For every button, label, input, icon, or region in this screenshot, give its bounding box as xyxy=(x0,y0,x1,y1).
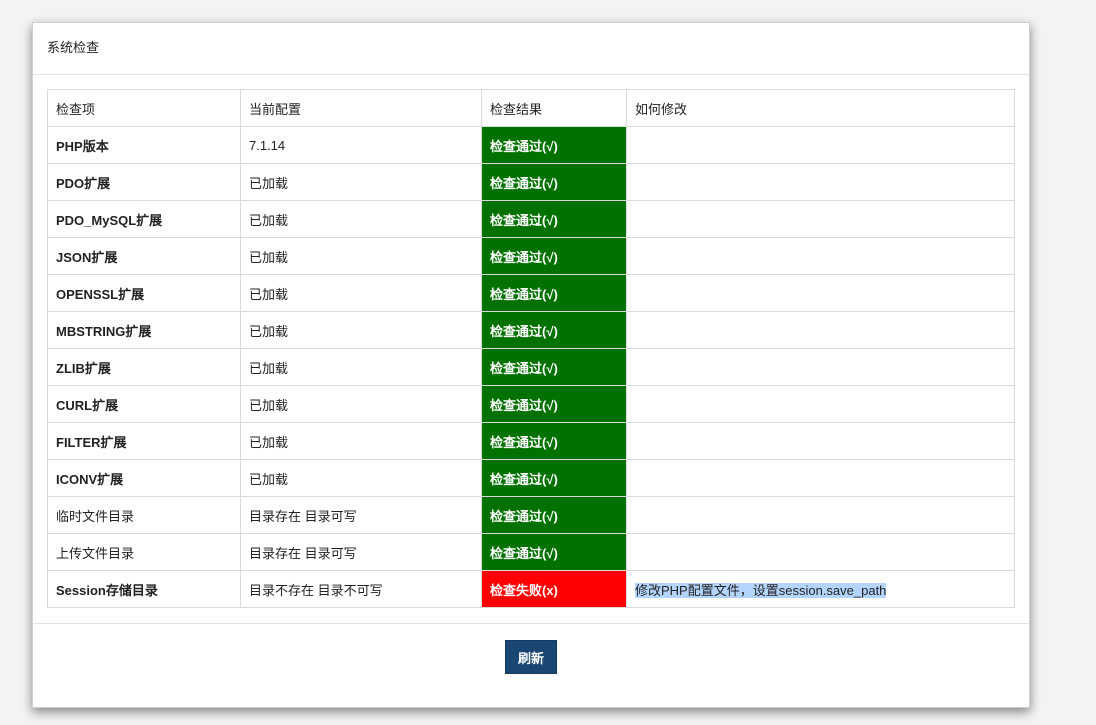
check-item: MBSTRING扩展 xyxy=(47,311,241,349)
table-row: ICONV扩展 已加载 检查通过(√) xyxy=(47,459,1015,497)
table-row: CURL扩展 已加载 检查通过(√) xyxy=(47,385,1015,423)
fix-instruction xyxy=(626,163,1015,201)
check-result-pass: 检查通过(√) xyxy=(481,237,627,275)
check-result-pass: 检查通过(√) xyxy=(481,274,627,312)
panel-title: 系统检查 xyxy=(33,23,1029,75)
current-config: 7.1.14 xyxy=(240,126,482,164)
header-item: 检查项 xyxy=(47,89,241,127)
check-item: 上传文件目录 xyxy=(47,533,241,571)
check-item: PDO_MySQL扩展 xyxy=(47,200,241,238)
fix-instruction xyxy=(626,126,1015,164)
table-row: 临时文件目录 目录存在 目录可写 检查通过(√) xyxy=(47,496,1015,534)
fix-instruction xyxy=(626,311,1015,349)
current-config: 目录存在 目录可写 xyxy=(240,533,482,571)
fix-instruction: 修改PHP配置文件，设置session.save_path xyxy=(626,570,1015,608)
current-config: 已加载 xyxy=(240,200,482,238)
system-check-panel: 系统检查 检查项 当前配置 检查结果 如何修改 PHP版本 7.1.14 检查通过(… xyxy=(32,22,1030,708)
table-row: JSON扩展 已加载 检查通过(√) xyxy=(47,237,1015,275)
current-config: 目录不存在 目录不可写 xyxy=(240,570,482,608)
check-item: 临时文件目录 xyxy=(47,496,241,534)
check-result-pass: 检查通过(√) xyxy=(481,533,627,571)
fix-instruction xyxy=(626,348,1015,386)
check-result-pass: 检查通过(√) xyxy=(481,200,627,238)
current-config: 已加载 xyxy=(240,385,482,423)
table-row: FILTER扩展 已加载 检查通过(√) xyxy=(47,422,1015,460)
header-current: 当前配置 xyxy=(240,89,482,127)
current-config: 已加载 xyxy=(240,459,482,497)
fix-instruction xyxy=(626,422,1015,460)
check-result-pass: 检查通过(√) xyxy=(481,385,627,423)
table-row: PHP版本 7.1.14 检查通过(√) xyxy=(47,126,1015,164)
table-row: OPENSSL扩展 已加载 检查通过(√) xyxy=(47,274,1015,312)
current-config: 已加载 xyxy=(240,274,482,312)
check-result-fail: 检查失败(x) xyxy=(481,570,627,608)
check-item: ICONV扩展 xyxy=(47,459,241,497)
check-result-pass: 检查通过(√) xyxy=(481,496,627,534)
fix-instruction xyxy=(626,385,1015,423)
check-item: ZLIB扩展 xyxy=(47,348,241,386)
fix-instruction xyxy=(626,533,1015,571)
check-item: PHP版本 xyxy=(47,126,241,164)
current-config: 已加载 xyxy=(240,237,482,275)
check-result-pass: 检查通过(√) xyxy=(481,459,627,497)
check-item: PDO扩展 xyxy=(47,163,241,201)
check-item: Session存储目录 xyxy=(47,570,241,608)
fix-text: 修改PHP配置文件，设置session.save_path xyxy=(635,582,887,598)
check-item: JSON扩展 xyxy=(47,237,241,275)
panel-footer: 刷新 xyxy=(33,623,1029,674)
check-result-pass: 检查通过(√) xyxy=(481,311,627,349)
current-config: 已加载 xyxy=(240,422,482,460)
header-result: 检查结果 xyxy=(481,89,627,127)
fix-instruction xyxy=(626,274,1015,312)
check-result-pass: 检查通过(√) xyxy=(481,422,627,460)
check-item: CURL扩展 xyxy=(47,385,241,423)
table-header-row: 检查项 当前配置 检查结果 如何修改 xyxy=(47,89,1015,127)
table-row: MBSTRING扩展 已加载 检查通过(√) xyxy=(47,311,1015,349)
table-row: ZLIB扩展 已加载 检查通过(√) xyxy=(47,348,1015,386)
table-row: 上传文件目录 目录存在 目录可写 检查通过(√) xyxy=(47,533,1015,571)
current-config: 已加载 xyxy=(240,163,482,201)
current-config: 目录存在 目录可写 xyxy=(240,496,482,534)
check-item: OPENSSL扩展 xyxy=(47,274,241,312)
refresh-button[interactable]: 刷新 xyxy=(505,640,557,674)
header-fix: 如何修改 xyxy=(626,89,1015,127)
check-item: FILTER扩展 xyxy=(47,422,241,460)
check-result-pass: 检查通过(√) xyxy=(481,348,627,386)
check-result-pass: 检查通过(√) xyxy=(481,126,627,164)
fix-instruction xyxy=(626,237,1015,275)
table-row: PDO扩展 已加载 检查通过(√) xyxy=(47,163,1015,201)
fix-instruction xyxy=(626,459,1015,497)
current-config: 已加载 xyxy=(240,348,482,386)
check-table: 检查项 当前配置 检查结果 如何修改 PHP版本 7.1.14 检查通过(√) PDO… xyxy=(47,89,1015,608)
table-row: Session存储目录 目录不存在 目录不可写 检查失败(x) 修改PHP配置文件，设… xyxy=(47,570,1015,608)
check-result-pass: 检查通过(√) xyxy=(481,163,627,201)
fix-instruction xyxy=(626,496,1015,534)
table-row: PDO_MySQL扩展 已加载 检查通过(√) xyxy=(47,200,1015,238)
current-config: 已加载 xyxy=(240,311,482,349)
fix-instruction xyxy=(626,200,1015,238)
